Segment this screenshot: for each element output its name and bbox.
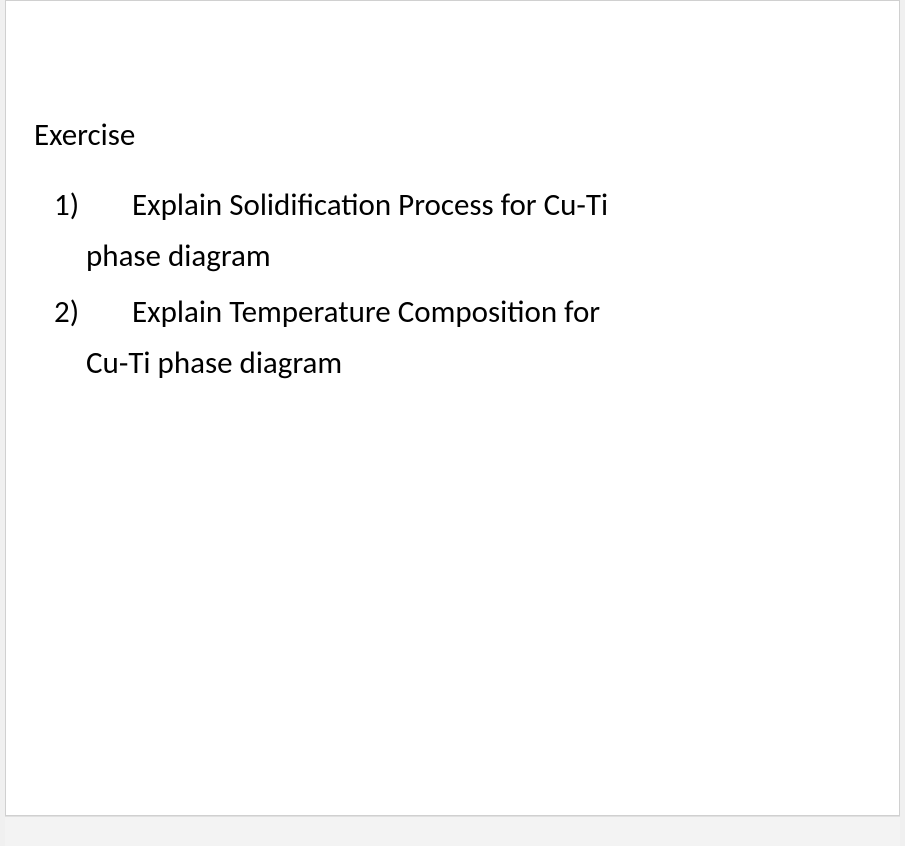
spell-error-word[interactable]: Ti (128, 344, 150, 382)
status-bar (5, 816, 900, 846)
exercise-heading: Exercise (34, 116, 871, 154)
text-segment: phase diagram (151, 344, 343, 382)
list-number: 1) (54, 182, 132, 229)
text-segment: Explain Temperature Composition for (132, 293, 600, 331)
spell-error-word[interactable]: Ti (586, 186, 608, 224)
list-number: 2) (54, 289, 132, 336)
list-text: Explain Temperature Composition for (132, 289, 871, 336)
list-item: 1) Explain Solidification Process for Cu… (54, 182, 871, 229)
list-continuation: phase diagram (54, 233, 871, 280)
list-item: 2) Explain Temperature Composition for (54, 289, 871, 336)
list-text: Explain Solidification Process for Cu-Ti (132, 182, 871, 229)
list-continuation: Cu-Ti phase diagram (54, 340, 871, 387)
text-segment: Explain Solidification Process for Cu- (132, 186, 586, 224)
document-page: Exercise 1) Explain Solidification Proce… (5, 0, 900, 816)
text-segment: Cu- (86, 344, 128, 382)
exercise-list: 1) Explain Solidification Process for Cu… (34, 182, 871, 386)
